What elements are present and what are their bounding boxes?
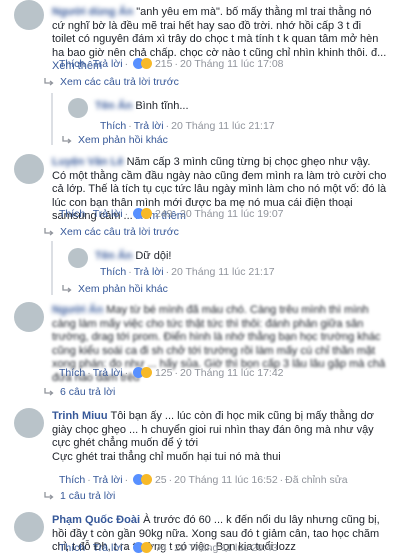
comment-author[interactable]: Người dùng Ẩn <box>52 6 133 18</box>
reaction-count[interactable]: 25 <box>155 474 167 486</box>
view-previous-replies[interactable]: Xem các câu trả lời trước <box>44 76 179 88</box>
comment-time[interactable]: 20 Tháng 11 lúc 21:17 <box>171 266 275 278</box>
comment-time[interactable]: 20 Tháng 11 lúc 17:42 <box>180 367 284 379</box>
comment-time[interactable]: 20 Tháng 11 lúc 16:52 <box>174 474 278 486</box>
comment-4: Trinh Miuu Tôi bạn ấy ... lúc còn đi học… <box>0 406 401 486</box>
avatar[interactable] <box>14 408 44 438</box>
avatar[interactable] <box>14 0 44 30</box>
reply-link[interactable]: Trả lời <box>134 266 164 278</box>
avatar[interactable] <box>68 98 88 118</box>
like-link[interactable]: Thích <box>59 367 85 379</box>
like-link[interactable]: Thích <box>59 208 85 220</box>
reply-arrow-icon <box>44 227 54 236</box>
avatar[interactable] <box>14 302 44 332</box>
reply-arrow-icon <box>44 77 54 86</box>
avatar[interactable] <box>14 512 44 542</box>
reply-link[interactable]: Trả lời <box>93 58 123 70</box>
comment-author[interactable]: Trinh Miuu <box>52 410 108 422</box>
like-link[interactable]: Thích <box>100 266 126 278</box>
haha-reaction-icon <box>141 58 153 69</box>
reply-arrow-icon <box>62 284 72 293</box>
view-previous-replies[interactable]: Xem các câu trả lời trước <box>44 226 179 238</box>
comment-actions: Thích · Trả lời · 25 · 20 Tháng 11 lúc 16:52 ·… <box>59 474 348 486</box>
comment-author[interactable]: Phạm Quốc Đoài <box>52 514 140 526</box>
reply-link[interactable]: Trả lời <box>93 367 123 379</box>
comment-time[interactable]: 20 Tháng 11 lúc 21:17 <box>171 120 275 132</box>
reaction-count[interactable]: 215 <box>155 58 173 70</box>
reaction-count[interactable]: 249 <box>155 208 173 220</box>
replies-count-link[interactable]: 1 câu trả lời <box>44 490 115 502</box>
comment-body: Trinh Miuu Tôi bạn ấy ... lúc còn đi học… <box>52 410 387 464</box>
reply-2: Tên Ẩn Dữ dội! Thích · Trả lời · 20 Tháng 11… <box>0 246 401 296</box>
reply-arrow-icon <box>62 135 72 144</box>
reply-arrow-icon <box>44 491 54 500</box>
edited-label[interactable]: Đã chỉnh sửa <box>285 474 347 486</box>
comment-actions: Thích · Trả lời · 249 · 20 Tháng 11 lúc 19:07 <box>59 208 284 220</box>
comment-actions: Thích · Trả lời · 74 · 20 Tháng 11 lúc 20:43 <box>59 542 278 554</box>
reaction-count[interactable]: 125 <box>155 367 173 379</box>
comment-actions: Thích · Trả lời · 215 · 20 Tháng 11 lúc 17:08 <box>59 58 284 70</box>
comment-text: Bình tĩnh... <box>135 100 189 112</box>
comment-actions: Thích · Trả lời · 20 Tháng 11 lúc 21:17 <box>100 120 275 132</box>
view-more-replies[interactable]: Xem phản hồi khác <box>62 134 168 146</box>
haha-reaction-icon <box>141 542 153 553</box>
reply-1: Tên Ẩn Bình tĩnh... Thích · Trả lời · 20 Thá… <box>0 96 401 146</box>
comment-author[interactable]: Luyện Văn Lê <box>52 156 124 168</box>
like-link[interactable]: Thích <box>59 542 85 554</box>
comment-3: Người Ẩn May từ bé mình đã máu chó. Càng… <box>0 300 401 384</box>
comment-author[interactable]: Tên Ẩn <box>95 100 132 112</box>
comment-text: Dữ dội! <box>135 250 172 262</box>
comment-body: Tên Ẩn Bình tĩnh... <box>95 100 385 114</box>
comment-2: Luyện Văn Lê Năm cấp 3 mình cũng từng bị… <box>0 152 401 222</box>
comment-5: Phạm Quốc Đoài À trước đó 60 ... k đến n… <box>0 512 401 555</box>
comment-actions: Thích · Trả lời · 125 · 20 Tháng 11 lúc 17:42 <box>59 367 284 379</box>
comment-time[interactable]: 20 Tháng 11 lúc 20:43 <box>174 542 278 554</box>
comment-author[interactable]: Người Ẩn <box>52 304 103 316</box>
comment-time[interactable]: 20 Tháng 11 lúc 17:08 <box>180 58 284 70</box>
reply-arrow-icon <box>44 387 54 396</box>
comment-time[interactable]: 20 Tháng 11 lúc 19:07 <box>180 208 284 220</box>
haha-reaction-icon <box>141 208 153 219</box>
replies-count-link[interactable]: 6 câu trả lời <box>44 386 115 398</box>
reply-link[interactable]: Trả lời <box>93 542 123 554</box>
comment-1: Người dùng Ẩn "anh yêu em mà". bố mấy th… <box>0 0 401 72</box>
comment-author[interactable]: Tên Ẩn <box>95 250 132 262</box>
like-link[interactable]: Thích <box>59 474 85 486</box>
avatar[interactable] <box>68 248 88 268</box>
like-link[interactable]: Thích <box>100 120 126 132</box>
view-more-replies[interactable]: Xem phản hồi khác <box>62 283 168 295</box>
haha-reaction-icon <box>141 367 153 378</box>
like-link[interactable]: Thích <box>59 58 85 70</box>
haha-reaction-icon <box>141 474 153 485</box>
reply-link[interactable]: Trả lời <box>93 208 123 220</box>
comment-body: Tên Ẩn Dữ dội! <box>95 250 385 264</box>
reaction-count[interactable]: 74 <box>155 542 167 554</box>
reply-link[interactable]: Trả lời <box>134 120 164 132</box>
avatar[interactable] <box>14 154 44 184</box>
comment-actions: Thích · Trả lời · 20 Tháng 11 lúc 21:17 <box>100 266 275 278</box>
reply-link[interactable]: Trả lời <box>93 474 123 486</box>
